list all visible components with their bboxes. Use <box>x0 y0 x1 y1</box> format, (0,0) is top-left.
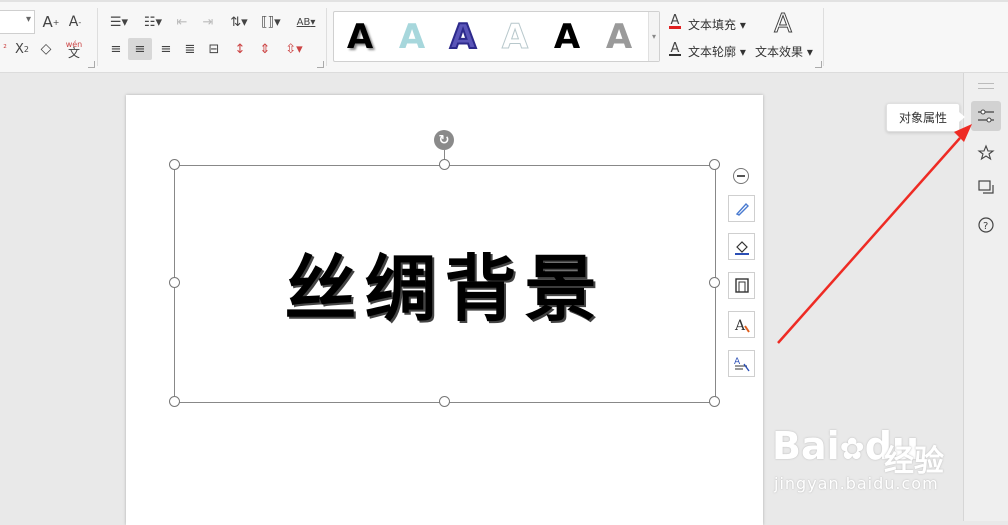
resize-handle-right[interactable] <box>709 277 720 288</box>
font-size-input[interactable] <box>0 10 35 34</box>
help-button[interactable]: ? <box>971 210 1001 240</box>
resize-handle-top[interactable] <box>439 159 450 170</box>
text-direction-icon[interactable]: ⟦⟧▾ <box>258 13 284 31</box>
bullet-list-icon[interactable]: ☰▾ <box>106 13 132 31</box>
resize-handle-left[interactable] <box>169 277 180 288</box>
watermark-brand-text: Bai <box>772 424 840 468</box>
ribbon-separator <box>823 8 824 66</box>
ribbon-separator <box>97 8 98 66</box>
style-blue-outline[interactable]: A <box>443 17 483 57</box>
resize-handle-top-left[interactable] <box>169 159 180 170</box>
object-properties-tooltip: 对象属性 <box>886 103 965 132</box>
text-style-gallery: A A A A A A ▾ <box>333 11 660 62</box>
pane-grip[interactable] <box>978 83 994 89</box>
dialog-launcher-text[interactable] <box>815 61 822 68</box>
style-black-shadow[interactable]: A <box>340 18 380 56</box>
text-fill-icon[interactable]: A <box>668 13 682 31</box>
svg-text:?: ? <box>983 221 988 232</box>
style-white-outline[interactable]: A <box>495 18 535 57</box>
spacing-dropdown-icon[interactable]: ⇳▾ <box>280 39 308 59</box>
text-wrap-button[interactable]: A <box>728 350 755 377</box>
sort-icon[interactable]: ⇅▾ <box>226 13 252 31</box>
line-spacing-icon[interactable]: ↕ <box>230 39 250 59</box>
star-icon <box>977 144 995 161</box>
text-effect-icon[interactable]: A <box>770 9 796 40</box>
text-style-button[interactable]: A <box>728 311 755 338</box>
brush-icon <box>735 202 749 216</box>
sliders-icon <box>978 109 994 123</box>
resize-handle-bottom-right[interactable] <box>709 396 720 407</box>
text-color-icon: A <box>734 318 750 334</box>
subscript-icon[interactable]: X2 <box>12 40 32 58</box>
help-icon: ? <box>978 217 994 233</box>
dialog-launcher-paragraph[interactable] <box>317 61 324 68</box>
shape-outline-button[interactable] <box>728 272 755 299</box>
fill-bucket-icon <box>734 240 749 255</box>
style-plain-black[interactable]: A <box>547 18 587 56</box>
ribbon-separator <box>326 8 327 66</box>
align-right-icon[interactable]: ≡ <box>156 39 176 59</box>
increase-indent-icon[interactable]: ⇥ <box>198 13 218 31</box>
distributed-align-icon[interactable]: ⊟ <box>204 39 224 59</box>
ab-label: AB <box>296 16 311 28</box>
ribbon-toolbar: A+ A- ² X2 ◇ wén 文 ☰▾ ☷▾ ⇤ ⇥ ⇅▾ ⟦⟧▾ AB▾ … <box>0 0 1008 73</box>
shrink-font-icon[interactable]: A- <box>65 12 85 32</box>
baidu-jingyan-watermark: Bai✿du 经验 jingyan.baidu.com <box>772 414 962 504</box>
paw-icon: ✿ <box>839 432 865 467</box>
svg-text:A: A <box>734 318 746 334</box>
numbered-list-icon[interactable]: ☷▾ <box>140 13 166 31</box>
favorites-button[interactable] <box>971 138 1001 168</box>
shape-fill-button[interactable] <box>728 233 755 260</box>
watermark-url: jingyan.baidu.com <box>774 474 939 493</box>
phonetic-char: 文 <box>67 46 80 60</box>
copy-window-icon <box>978 180 994 194</box>
eraser-icon[interactable]: ◇ <box>37 40 55 58</box>
resize-handle-bottom[interactable] <box>439 396 450 407</box>
grow-font-icon[interactable]: A + <box>41 12 61 32</box>
text-outline-label: 文本轮廓 <box>688 45 737 59</box>
resize-handle-bottom-left[interactable] <box>169 396 180 407</box>
art-text-content[interactable]: 丝绸背景 <box>174 230 715 335</box>
phonetic-guide-icon[interactable]: wén 文 <box>60 38 88 60</box>
superscript-icon[interactable]: ² <box>0 40 10 58</box>
align-center-icon[interactable]: ≡ <box>128 38 152 60</box>
align-left-icon[interactable]: ≡ <box>106 39 126 59</box>
object-properties-button[interactable] <box>971 101 1001 131</box>
slides-pane-button[interactable] <box>971 173 1001 203</box>
gallery-more-button[interactable]: ▾ <box>648 12 659 61</box>
text-outline-button[interactable]: 文本轮廓 ▾ <box>688 43 746 60</box>
rotate-handle-icon[interactable]: ↻ <box>434 130 454 150</box>
justify-icon[interactable]: ≣ <box>180 39 200 59</box>
paragraph-spacing-icon[interactable]: ⇕ <box>255 39 275 59</box>
style-light-blue[interactable]: A <box>392 18 432 56</box>
outline-frame-icon <box>734 277 749 293</box>
text-fill-button[interactable]: 文本填充 ▾ <box>688 16 746 33</box>
character-spacing-icon[interactable]: AB ▾ <box>291 13 321 31</box>
text-outline-icon[interactable]: A <box>668 40 682 58</box>
collapse-toolbar-icon[interactable] <box>733 168 749 184</box>
style-gray-gradient[interactable]: A <box>599 18 639 56</box>
text-fill-label: 文本填充 <box>688 18 737 32</box>
format-painter-button[interactable] <box>728 195 755 222</box>
text-effect-button[interactable]: 文本效果 ▾ <box>755 43 813 60</box>
dialog-launcher-font[interactable] <box>88 61 95 68</box>
decrease-indent-icon[interactable]: ⇤ <box>172 13 192 31</box>
wrap-text-icon: A <box>734 357 750 371</box>
right-task-pane: ? <box>963 73 1008 521</box>
resize-handle-top-right[interactable] <box>709 159 720 170</box>
text-effect-label: 文本效果 <box>755 45 804 59</box>
ribbon-top-border <box>0 0 1008 2</box>
